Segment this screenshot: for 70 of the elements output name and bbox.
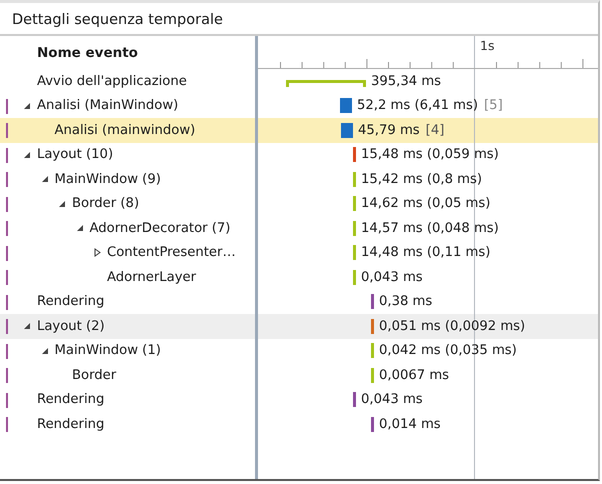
event-name[interactable]: AdornerLayer [107,270,196,285]
expanded-arrow-icon[interactable] [58,200,66,208]
event-row[interactable]: Rendering 0,043 ms [0,388,598,412]
event-marker [6,344,8,358]
duration-text: 14,48 ms (0,11 ms) [361,245,490,260]
event-row[interactable]: Border 0,0067 ms [0,363,598,388]
event-name[interactable]: Border [72,368,116,383]
event-row[interactable]: Border (8) 14,62 ms (0,05 ms) [0,192,598,216]
count-text: [5] [484,98,503,114]
event-marker [6,246,8,260]
expanded-arrow-icon[interactable] [76,224,84,232]
expanded-arrow-icon[interactable] [23,322,31,330]
event-marker [6,417,8,432]
column-header[interactable]: Nome evento [37,44,138,60]
expanded-arrow-icon[interactable] [40,175,48,184]
event-marker [6,368,8,383]
event-name[interactable]: MainWindow (9) [54,172,161,187]
event-row[interactable]: MainWindow (1) 0,042 ms (0,035 ms) [0,338,598,363]
event-row[interactable]: AdornerLayer 0,043 ms [0,265,598,290]
event-row[interactable]: Avvio dell'applicazione 395,34 ms [0,69,598,94]
count-text: [4] [426,122,444,138]
event-row[interactable]: Analisi (mainwindow) 45,79 ms [4] [0,118,598,142]
duration-text: 0,38 ms [379,294,432,310]
expanded-arrow-icon[interactable] [40,346,48,355]
duration-text: 52,2 ms (6,41 ms) [357,98,478,114]
duration-text: 0,043 ms [361,392,423,408]
duration-text: 0,0067 ms [379,368,450,383]
event-marker [6,392,8,408]
event-marker [6,270,8,285]
event-row[interactable]: Layout (2) 0,051 ms (0,0092 ms) [0,314,598,338]
event-name[interactable]: Border (8) [72,196,140,212]
event-row[interactable]: Rendering 0,014 ms [0,412,598,436]
event-row[interactable]: ContentPresenter… 14,48 ms (0,11 ms) [0,240,598,265]
collapsed-arrow-icon[interactable] [94,248,100,258]
event-marker [6,319,8,334]
event-marker [6,148,8,162]
event-name[interactable]: ContentPresenter… [107,245,236,260]
event-marker [6,172,8,187]
ruler-label: 1s [480,38,494,53]
duration-text: 0,051 ms (0,0092 ms) [379,318,526,334]
event-marker [6,294,8,310]
event-marker [6,196,8,212]
event-name[interactable]: Rendering [37,294,104,310]
duration-text: 45,79 ms [358,122,420,138]
duration-text: 395,34 ms [371,74,442,89]
expanded-arrow-icon[interactable] [23,102,31,110]
duration-text: 0,043 ms [361,270,423,285]
panel-title: Dettagli sequenza temporale [11,11,224,30]
event-name[interactable]: Layout (10) [37,147,114,162]
event-name[interactable]: Analisi (mainwindow) [54,122,196,138]
event-name[interactable]: Rendering [37,416,104,432]
event-name[interactable]: AdornerDecorator (7) [90,220,230,236]
event-marker [6,221,8,236]
expanded-arrow-icon[interactable] [23,150,31,159]
duration-text: 0,014 ms [379,416,441,432]
duration-text: 14,57 ms (0,048 ms) [361,220,499,236]
event-name[interactable]: Analisi (MainWindow) [37,98,178,114]
duration-text: 14,62 ms (0,05 ms) [361,196,490,212]
event-marker [6,123,8,138]
event-marker [6,98,8,114]
event-name[interactable]: Layout (2) [37,318,105,334]
event-name[interactable]: Avvio dell'applicazione [37,74,187,89]
duration-text: 0,042 ms (0,035 ms) [379,343,517,358]
event-row[interactable]: AdornerDecorator (7) 14,57 ms (0,048 ms) [0,216,598,240]
event-row[interactable]: MainWindow (9) 15,42 ms (0,8 ms) [0,167,598,192]
event-row[interactable]: Layout (10) 15,48 ms (0,059 ms) [0,142,598,167]
duration-text: 15,48 ms (0,059 ms) [361,147,499,162]
event-name[interactable]: MainWindow (1) [54,343,161,358]
event-name[interactable]: Rendering [37,392,104,408]
duration-text: 15,42 ms (0,8 ms) [361,172,482,187]
